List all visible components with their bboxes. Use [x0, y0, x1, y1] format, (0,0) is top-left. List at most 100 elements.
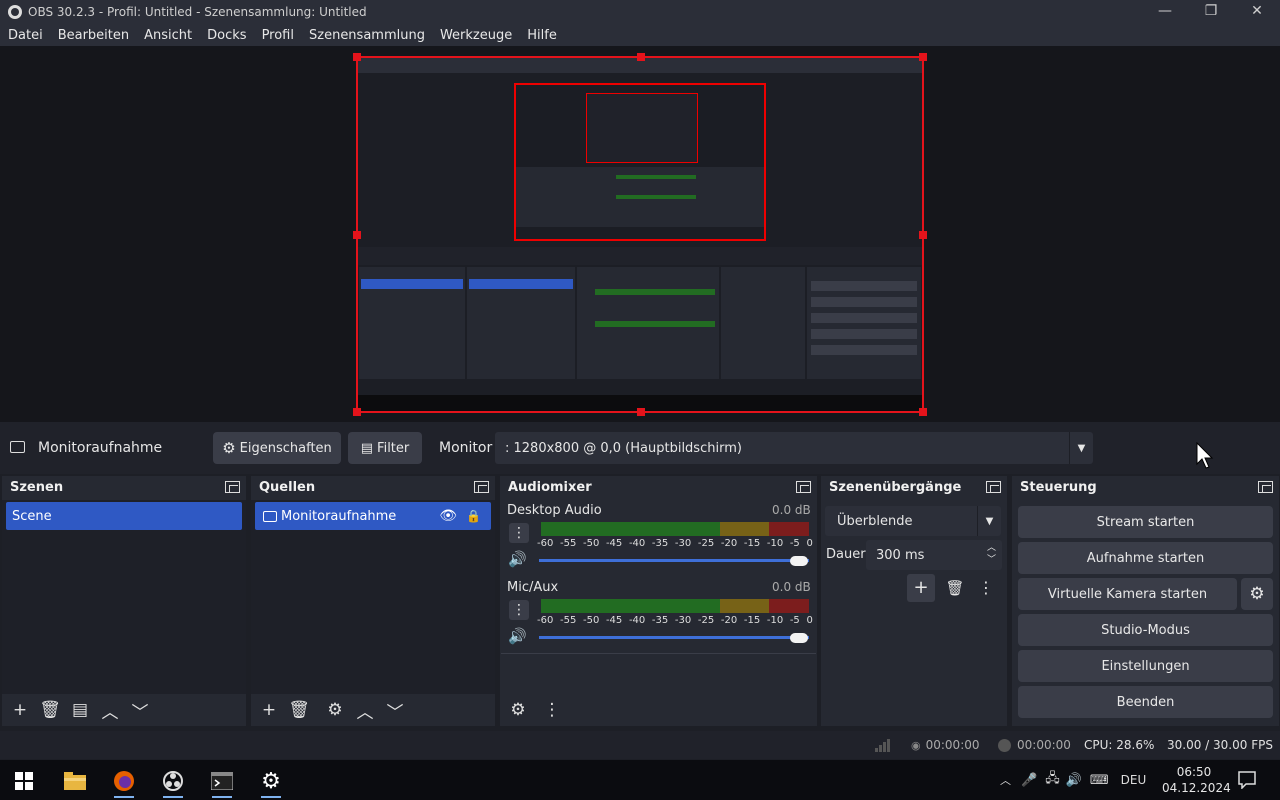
menu-szenensammlung[interactable]: Szenensammlung — [309, 28, 425, 43]
speaker-icon[interactable]: 🔊 — [508, 550, 527, 568]
firefox-icon[interactable] — [104, 764, 144, 798]
filter-button[interactable]: ▤ Filter — [348, 432, 422, 464]
more-icon[interactable]: ⋮ — [509, 523, 529, 543]
resize-handle-bl[interactable] — [353, 408, 361, 416]
properties-button[interactable]: ⚙ Eigenschaften — [213, 432, 341, 464]
obs-app-icon[interactable] — [153, 764, 193, 798]
gear-icon: ⚙ — [222, 439, 236, 457]
record-icon — [998, 738, 1011, 752]
volume-slider-knob[interactable] — [790, 556, 808, 566]
chevron-down-icon[interactable]: ﹀ — [126, 696, 154, 724]
chevron-up-icon[interactable]: ︿ — [96, 696, 124, 724]
trash-icon[interactable]: 🗑 — [285, 696, 313, 724]
close-button[interactable]: ✕ — [1234, 0, 1280, 24]
properties-label: Eigenschaften — [239, 440, 332, 456]
add-icon[interactable]: + — [907, 574, 935, 602]
channel-db: 0.0 dB — [772, 503, 811, 517]
clock-date: 04.12.2024 — [1162, 781, 1231, 795]
resize-handle-l[interactable] — [353, 231, 361, 239]
menu-docks[interactable]: Docks — [207, 28, 246, 43]
transition-select[interactable]: Überblende ▼ — [825, 506, 1001, 536]
chevron-down-icon[interactable]: ▼ — [1069, 432, 1093, 464]
undock-icon[interactable] — [474, 481, 489, 493]
keyboard-icon[interactable]: ⌨ — [1090, 773, 1109, 788]
network-icon[interactable]: 🖧 — [1045, 769, 1060, 791]
more-icon[interactable]: ⋮ — [975, 574, 997, 602]
status-bar: ◉ 00:00:00 00:00:00 CPU: 28.6% 30.00 / 3… — [0, 731, 1280, 759]
undock-icon[interactable] — [1258, 481, 1273, 493]
studio-mode-button[interactable]: Studio-Modus — [1018, 614, 1273, 646]
clock[interactable]: 06:50 04.12.2024 — [1162, 764, 1231, 796]
start-stream-button[interactable]: Stream starten — [1018, 506, 1273, 538]
menu-profil[interactable]: Profil — [262, 28, 294, 43]
volume-slider-knob[interactable] — [790, 633, 808, 643]
gear-icon[interactable]: ⚙ — [504, 696, 532, 724]
volume-slider[interactable] — [539, 559, 809, 562]
resize-handle-b[interactable] — [637, 408, 645, 416]
chevron-up-icon[interactable]: ︿ — [351, 696, 379, 724]
volume-icon[interactable]: 🔊 — [1066, 773, 1082, 788]
sources-title: Quellen — [259, 479, 316, 495]
system-tray: ︿ 🎤 🖧 🔊 ⌨ DEU — [1000, 760, 1162, 800]
gear-icon[interactable]: ⚙ — [321, 696, 349, 724]
chevron-up-icon[interactable]: ︿ — [1000, 772, 1011, 788]
file-explorer-icon[interactable] — [55, 764, 95, 798]
selection-frame[interactable] — [353, 53, 927, 416]
menu-ansicht[interactable]: Ansicht — [144, 28, 192, 43]
start-recording-button[interactable]: Aufnahme starten — [1018, 542, 1273, 574]
undock-icon[interactable] — [796, 481, 811, 493]
speaker-icon[interactable]: 🔊 — [508, 627, 527, 645]
resize-handle-tr[interactable] — [919, 53, 927, 61]
lock-icon[interactable]: 🔒 — [466, 509, 481, 523]
undock-icon[interactable] — [225, 481, 240, 493]
minimize-button[interactable]: — — [1142, 0, 1188, 24]
add-icon[interactable]: + — [6, 696, 34, 724]
chevron-down-icon[interactable]: ▼ — [977, 506, 1001, 536]
undock-icon[interactable] — [986, 481, 1001, 493]
add-icon[interactable]: + — [255, 696, 283, 724]
duration-spinbox[interactable]: 300 ms ︿ ﹀ — [866, 540, 1002, 570]
source-toolbar: Monitoraufnahme ⚙ Eigenschaften ▤ Filter… — [0, 422, 1280, 474]
menu-hilfe[interactable]: Hilfe — [527, 28, 557, 43]
resize-handle-tl[interactable] — [353, 53, 361, 61]
virtual-camera-settings-icon[interactable]: ⚙ — [1241, 578, 1273, 610]
scene-item[interactable]: Scene — [6, 502, 242, 530]
menu-werkzeuge[interactable]: Werkzeuge — [440, 28, 512, 43]
transition-select-value: Überblende — [837, 513, 913, 529]
source-item[interactable]: Monitoraufnahme 👁 🔒 — [255, 502, 491, 530]
transitions-dock: Szenenübergänge Überblende ▼ Dauer 300 m… — [821, 476, 1007, 726]
chevron-down-icon[interactable]: ﹀ — [381, 696, 409, 724]
settings-button[interactable]: Einstellungen — [1018, 650, 1273, 682]
menu-datei[interactable]: Datei — [8, 28, 43, 43]
exit-button[interactable]: Beenden — [1018, 686, 1273, 718]
stream-status: ◉ 00:00:00 — [911, 731, 980, 759]
resize-handle-r[interactable] — [919, 231, 927, 239]
trash-icon[interactable]: 🗑 — [941, 574, 969, 602]
resize-handle-br[interactable] — [919, 408, 927, 416]
scenes-dock: Szenen Scene + 🗑 ▤ ︿ ﹀ — [2, 476, 246, 726]
settings-gear-icon[interactable]: ⚙ — [251, 764, 291, 798]
current-source-name: Monitoraufnahme — [38, 440, 163, 456]
volume-slider[interactable] — [539, 636, 809, 639]
start-virtual-camera-button[interactable]: Virtuelle Kamera starten — [1018, 578, 1237, 610]
os-taskbar: ⚙ ︿ 🎤 🖧 🔊 ⌨ DEU 06:50 04.12.2024 — [0, 760, 1280, 800]
maximize-button[interactable]: ❐ — [1188, 0, 1234, 24]
language-indicator[interactable]: DEU — [1121, 773, 1147, 787]
monitor-select[interactable]: : 1280x800 @ 0,0 (Hauptbildschirm) ▼ — [495, 432, 1093, 464]
trash-icon[interactable]: 🗑 — [36, 696, 64, 724]
resize-handle-t[interactable] — [637, 53, 645, 61]
notification-icon[interactable] — [1238, 771, 1256, 793]
spinner-arrows-icon[interactable]: ︿ ﹀ — [987, 542, 996, 566]
filter-icon: ▤ — [360, 440, 374, 456]
eye-icon[interactable]: 👁 — [439, 508, 457, 524]
windows-start-icon[interactable] — [4, 764, 44, 798]
terminal-icon[interactable] — [202, 764, 242, 798]
filter-icon[interactable]: ▤ — [66, 696, 94, 724]
more-icon[interactable]: ⋮ — [509, 600, 529, 620]
microphone-icon[interactable]: 🎤 — [1021, 773, 1037, 788]
more-icon[interactable]: ⋮ — [538, 696, 566, 724]
source-item-label: Monitoraufnahme — [281, 508, 397, 524]
signal-icon — [875, 731, 891, 759]
mouse-pointer-icon — [1196, 442, 1214, 469]
menu-bearbeiten[interactable]: Bearbeiten — [58, 28, 129, 43]
